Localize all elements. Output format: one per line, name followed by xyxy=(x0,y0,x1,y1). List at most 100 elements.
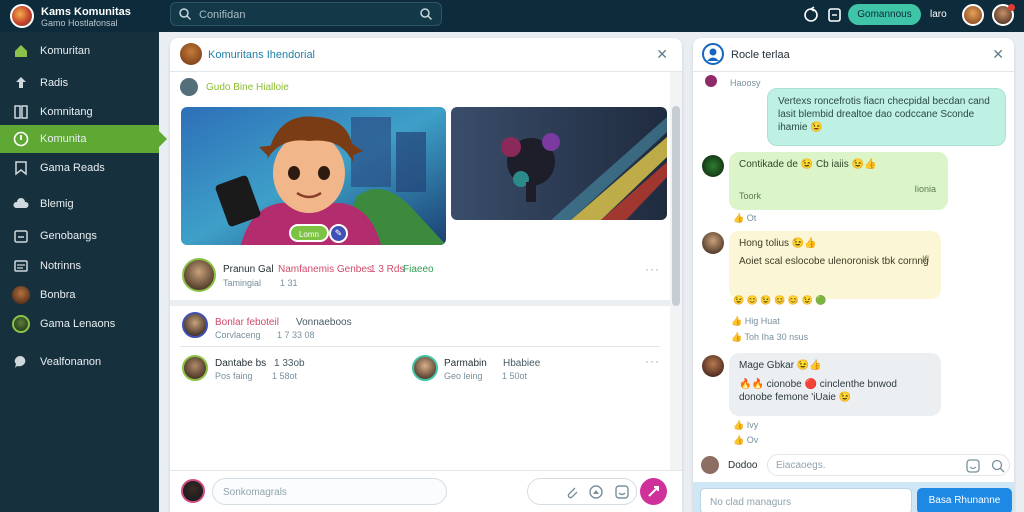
search-icon[interactable] xyxy=(419,7,433,21)
image-icon[interactable] xyxy=(588,484,604,500)
scrollbar[interactable] xyxy=(670,72,682,502)
avatar xyxy=(180,78,198,96)
scrollbar-thumb[interactable] xyxy=(672,106,680,306)
sidebar-item-genobangs[interactable]: Genobangs xyxy=(0,222,159,250)
avatar xyxy=(702,232,724,254)
compass-icon xyxy=(13,131,29,147)
sidebar-item-komunita[interactable]: Komunita xyxy=(0,125,167,153)
close-icon[interactable]: ✕ xyxy=(656,46,668,63)
search-input[interactable]: Conifidan xyxy=(170,2,442,26)
user-item[interactable]: Parmabin Hbabiee Geo leing 1 50ot ··· xyxy=(410,352,670,386)
attach-icon[interactable] xyxy=(564,484,580,500)
chat-message-meta[interactable]: 👍 Ivy xyxy=(733,420,758,431)
divider xyxy=(180,346,660,347)
chat-message-sent[interactable]: Vertexs roncefrotis fiacn checpidal becd… xyxy=(767,88,1006,146)
post-row-meta-2: 1 31 xyxy=(280,278,298,288)
feed-panel: Komuritans Ihendorial ✕ Gudo Bine Hiallo… xyxy=(170,38,682,512)
brand-subtitle: Gamo Hostlafonsal xyxy=(41,18,118,28)
upload-icon xyxy=(16,77,26,88)
cloud-icon xyxy=(13,198,29,208)
chat-message-meta-2[interactable]: 👍 Toh Iha 30 nsus xyxy=(731,332,808,343)
user-icon xyxy=(702,43,724,65)
message-bar: No clad managurs Basa Rhunanne xyxy=(693,482,1014,512)
sidebar-item-label: Komuritan xyxy=(40,45,91,57)
user-item[interactable]: Dantabe bs 1 33ob Pos faing 1 58ot xyxy=(170,352,410,386)
home-icon xyxy=(15,45,27,57)
comment-meta: Corvlaceng xyxy=(215,330,261,340)
top-action-button[interactable]: Gomannous xyxy=(848,4,921,25)
comment-text: Vonnaeboos xyxy=(296,317,352,328)
brand[interactable]: Kams Komunitas Gamo Hostlafonsal xyxy=(8,3,158,29)
reply-input[interactable]: Eiacaoegs. xyxy=(767,454,1010,476)
sidebar-item-komuritan[interactable]: Komuritan xyxy=(0,37,159,65)
chat-message[interactable]: Mage Gbkar 😉👍 🔥🔥 cionobe 🔴 cinclenthe bn… xyxy=(729,353,941,416)
chat-footer: Dodoo Eiacaoegs. No clad managurs Basa R… xyxy=(693,444,1014,512)
user-extra: Hbabiee xyxy=(503,358,541,369)
chat-message-title: Hong tolius 😉👍 xyxy=(739,238,817,249)
avatar xyxy=(181,479,205,503)
send-button[interactable] xyxy=(640,478,667,505)
chat-message[interactable]: Contikade de 😉 Cb iaiis 😉👍 Toork Iionia xyxy=(729,152,948,210)
send-message-button[interactable]: Basa Rhunanne xyxy=(917,488,1012,512)
avatar xyxy=(12,286,30,304)
avatar xyxy=(412,355,438,381)
close-icon[interactable]: ✕ xyxy=(992,46,1004,63)
sidebar-item-blemig[interactable]: Blemig xyxy=(0,190,159,218)
sidebar-item-notrinns[interactable]: Notrinns xyxy=(0,252,159,280)
avatar xyxy=(182,355,208,381)
sidebar-item-label: Gama Lenaons xyxy=(40,318,116,330)
typing-row: Dodoo Eiacaoegs. xyxy=(701,454,1011,476)
user-name: Dantabe bs xyxy=(215,358,267,369)
user-meta: Pos faing xyxy=(215,371,253,381)
sidebar-item-label: Vealfonanon xyxy=(40,356,102,368)
chat-message-meta[interactable]: 👍 Ot xyxy=(733,213,756,224)
sidebar-item-radis[interactable]: Radis xyxy=(0,69,159,97)
sidebar-item-komnitang[interactable]: Komnitang xyxy=(0,98,159,126)
sidebar-item-gama-reads[interactable]: Gama Reads xyxy=(0,154,159,182)
more-options-icon[interactable]: ··· xyxy=(645,354,660,368)
chat-message[interactable]: Hong tolius 😉👍 Aoiet scal eslocobe uleno… xyxy=(729,231,941,299)
chat-icon xyxy=(14,355,26,368)
sidebar-item-label: Komnitang xyxy=(40,106,93,118)
edit-icon[interactable]: ✎ xyxy=(329,224,348,243)
more-options-icon[interactable]: ··· xyxy=(645,262,660,276)
sidebar-item-label: Genobangs xyxy=(40,230,97,242)
sidebar-item-gama-lenaons[interactable]: Gama Lenaons xyxy=(0,310,159,338)
chat-message-time: Ifl xyxy=(921,254,929,264)
calendar-icon xyxy=(14,230,28,243)
copy-icon[interactable] xyxy=(826,6,844,24)
sidebar-item-bonbra[interactable]: Bonbra xyxy=(0,281,159,309)
post-row-link[interactable]: Fiaeeo xyxy=(403,264,434,275)
list-icon xyxy=(14,260,28,272)
community-avatar xyxy=(180,43,202,65)
comment-meta-2: 1 7 33 08 xyxy=(277,330,315,340)
image-badge[interactable]: Lomn xyxy=(289,224,329,242)
top-user-name[interactable]: laro xyxy=(930,9,947,20)
chat-message-text: Aoiet scal eslocobe ulenoronisk tbk corn… xyxy=(739,256,929,267)
avatar xyxy=(182,258,216,292)
refresh-icon[interactable] xyxy=(802,6,820,24)
post-image-scene[interactable] xyxy=(451,107,667,220)
chat-reactions[interactable]: 😉 😊 😉 😊 😊 😉 🟢 xyxy=(733,295,826,306)
message-input[interactable]: No clad managurs xyxy=(700,488,912,512)
user-meta-2: 1 50ot xyxy=(502,371,528,381)
post-row[interactable]: Pranun Gal Namfanemis Genbes 1 3 Rds Fia… xyxy=(170,254,670,298)
user-meta-2: 1 58ot xyxy=(272,371,298,381)
user-row: Dantabe bs 1 33ob Pos faing 1 58ot Parma… xyxy=(170,352,670,386)
emoji-icon[interactable] xyxy=(965,458,981,474)
chat-message-meta[interactable]: 👍 Hig Huat xyxy=(731,316,780,327)
search-icon[interactable] xyxy=(990,458,1006,474)
emoji-icon[interactable] xyxy=(614,484,630,500)
comment-row[interactable]: Bonlar feboteil Vonnaeboos Corvlaceng 1 … xyxy=(170,310,670,342)
scene-illustration xyxy=(451,107,667,220)
avatar xyxy=(182,312,208,338)
comment-input[interactable]: Sonkomagrals xyxy=(212,478,447,505)
post-row-name: Pranun Gal xyxy=(223,264,274,275)
post-author[interactable]: Gudo Bine Hialloie xyxy=(180,78,580,98)
avatar[interactable] xyxy=(962,4,984,26)
avatar xyxy=(702,355,724,377)
book-icon xyxy=(14,105,28,119)
sidebar-item-vealfonanon[interactable]: Vealfonanon xyxy=(0,348,159,376)
avatar xyxy=(705,75,717,87)
post-composer: Sonkomagrals xyxy=(170,470,682,512)
